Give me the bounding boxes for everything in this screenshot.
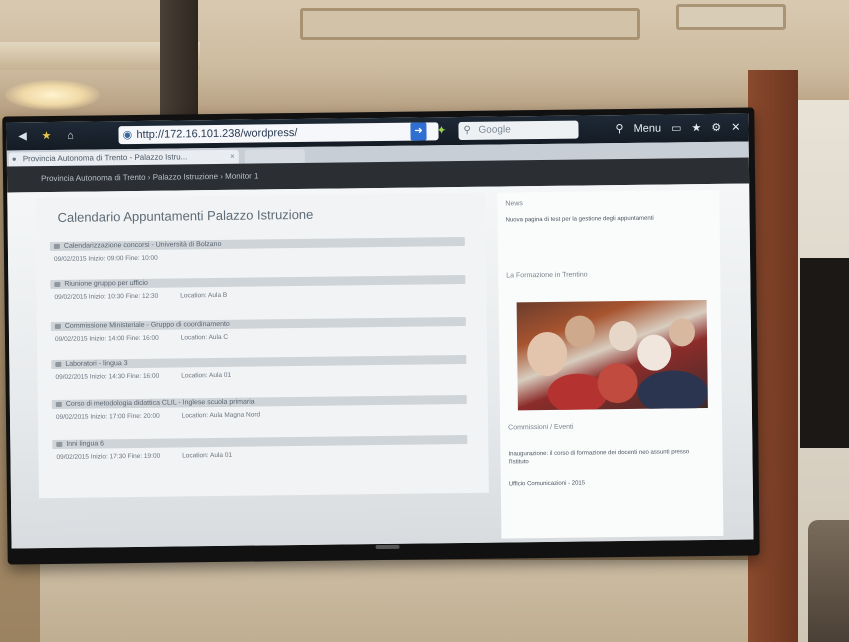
search-input[interactable]: ⚲ Google <box>458 120 579 141</box>
new-tab-button[interactable] <box>244 148 305 164</box>
page-icon: ● <box>11 154 17 164</box>
search-icon: ⚲ <box>463 124 471 136</box>
tv-brand-logo <box>375 544 400 550</box>
appointment-location: Location: Aula 01 <box>182 451 233 460</box>
conference-photo <box>516 300 708 411</box>
chair <box>808 520 849 642</box>
events-text[interactable]: Inaugurazione: il corso di formazione de… <box>508 448 708 466</box>
calendar-panel: Calendario Appuntamenti Palazzo Istruzio… <box>35 192 489 499</box>
toolbar-right: ⚲ Menu ▭ ★ ⚙ ✕ <box>615 119 740 139</box>
tv-monitor: ◀ ★ ⌂ ◉ http://172.16.101.238/wordpress/… <box>2 107 760 565</box>
appointment-item[interactable]: Corso di metodologia didattica CLIL - In… <box>51 394 467 421</box>
close-icon[interactable]: ✕ <box>731 119 740 137</box>
appointment-meta: 09/02/2015 Inizio: 14:00 Fine: 16:00 Loc… <box>54 333 229 343</box>
ceiling-panel <box>676 4 786 30</box>
photo-heading: La Formazione in Trentino <box>506 271 588 280</box>
news-heading: News <box>505 200 523 208</box>
appointment-meta: 09/02/2015 Inizio: 14:30 Fine: 16:00 Loc… <box>55 371 232 381</box>
dark-pillar <box>160 0 198 118</box>
globe-icon: ◉ <box>122 129 133 142</box>
window-icon[interactable]: ▭ <box>671 119 682 137</box>
appointment-location: Location: Aula Magna Nord <box>181 411 261 420</box>
appointment-location: Location: Aula B <box>180 291 228 300</box>
appointment-title: Inni lingua 6 <box>52 434 468 450</box>
appointment-meta: 09/02/2015 Inizio: 09:00 Fine: 10:00 <box>53 254 158 263</box>
favorite-icon[interactable]: ✦ <box>434 123 448 137</box>
appointment-title: Commissione Ministeriale - Gruppo di coo… <box>50 316 466 332</box>
url-text: http://172.16.101.238/wordpress/ <box>136 127 298 141</box>
ceiling-light <box>5 80 100 110</box>
appointment-title: Laboratori - lingua 3 <box>51 354 467 370</box>
appointment-item[interactable]: Riunione gruppo per ufficio 09/02/2015 I… <box>50 274 466 301</box>
appointment-meta: 09/02/2015 Inizio: 17:30 Fine: 19:00 Loc… <box>56 451 233 461</box>
appointment-title: Riunione gruppo per ufficio <box>50 274 466 290</box>
zoom-icon[interactable]: ⚲ <box>615 120 623 138</box>
back-icon[interactable]: ◀ <box>14 128 30 144</box>
page-title: Calendario Appuntamenti Palazzo Istruzio… <box>57 206 314 225</box>
appointment-title: Calendarizzazione concorsi - Università … <box>49 236 465 252</box>
page-content: Calendario Appuntamenti Palazzo Istruzio… <box>7 183 754 549</box>
appointment-meta: 09/02/2015 Inizio: 10:30 Fine: 12:30 Loc… <box>54 291 228 301</box>
tab-close-icon[interactable]: × <box>230 150 235 164</box>
tv-screen: ◀ ★ ⌂ ◉ http://172.16.101.238/wordpress/… <box>6 113 754 549</box>
appointment-item[interactable]: Laboratori - lingua 3 09/02/2015 Inizio:… <box>51 354 467 381</box>
home-icon[interactable]: ⌂ <box>62 128 78 144</box>
site-breadcrumb: Provincia Autonoma di Trento › Palazzo I… <box>40 171 259 184</box>
appointment-meta: 09/02/2015 Inizio: 17:00 Fine: 20:00 Loc… <box>55 411 261 421</box>
go-button[interactable]: ➜ <box>410 122 427 141</box>
menu-button[interactable]: Menu <box>633 120 662 138</box>
right-dark-screen <box>800 258 849 448</box>
settings-icon[interactable]: ⚙ <box>711 119 721 137</box>
appointment-item[interactable]: Calendarizzazione concorsi - Università … <box>49 236 465 263</box>
appointment-item[interactable]: Inni lingua 6 09/02/2015 Inizio: 17:30 F… <box>52 434 468 461</box>
favorites-icon[interactable]: ★ <box>691 119 701 137</box>
ceiling-panel <box>300 8 640 40</box>
appointment-location: Location: Aula 01 <box>181 371 232 380</box>
appointment-location: Location: Aula C <box>180 333 229 342</box>
search-placeholder: Google <box>478 124 511 136</box>
appointment-item[interactable]: Commissione Ministeriale - Gruppo di coo… <box>50 316 466 343</box>
news-link[interactable]: Nuova pagina di test per la gestione deg… <box>506 214 706 224</box>
appointment-title: Corso di metodologia didattica CLIL - In… <box>51 394 467 410</box>
tab-title: Provincia Autonoma di Trento - Palazzo I… <box>22 152 188 164</box>
events-footer[interactable]: Ufficio Comunicazioni - 2015 <box>509 478 709 488</box>
lower-wall <box>40 560 800 642</box>
sidebar: News Nuova pagina di test per la gestion… <box>497 189 724 539</box>
events-heading: Commissioni / Eventi <box>508 423 574 432</box>
bookmark-star-icon[interactable]: ★ <box>38 128 54 144</box>
